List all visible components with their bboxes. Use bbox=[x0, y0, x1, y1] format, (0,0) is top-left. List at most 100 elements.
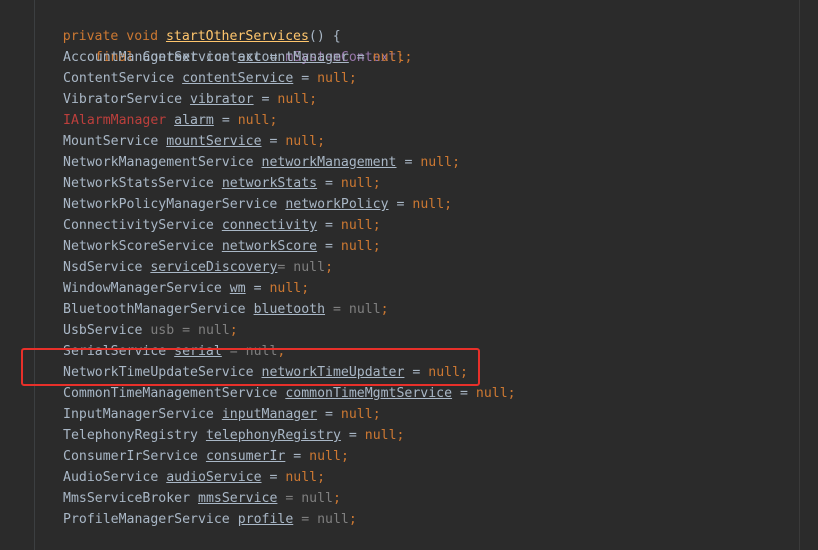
null-literal: null bbox=[309, 449, 341, 464]
declaration-line[interactable]: NsdService serviceDiscovery= null; bbox=[63, 257, 333, 278]
type-name[interactable]: TelephonyRegistry bbox=[63, 428, 198, 443]
variable-name[interactable]: bluetooth bbox=[254, 302, 325, 317]
assign-operator: = bbox=[325, 302, 349, 317]
type-name[interactable]: ContentService bbox=[63, 71, 174, 86]
variable-name[interactable]: telephonyRegistry bbox=[206, 428, 341, 443]
semicolon: ; bbox=[372, 218, 381, 233]
declaration-line[interactable]: CommonTimeManagementService commonTimeMg… bbox=[63, 383, 516, 404]
declaration-line[interactable]: NetworkStatsService networkStats = null; bbox=[63, 173, 381, 194]
semicolon: ; bbox=[372, 407, 381, 422]
type-name[interactable]: MountService bbox=[63, 134, 158, 149]
null-literal: null bbox=[285, 470, 318, 485]
null-literal: null bbox=[285, 134, 318, 149]
assign-operator: = bbox=[245, 281, 270, 296]
declaration-line[interactable]: ConsumerIrService consumerIr = null; bbox=[63, 446, 349, 467]
declaration-line[interactable]: MountService mountService = null; bbox=[63, 131, 325, 152]
variable-name[interactable]: vibrator bbox=[190, 92, 254, 107]
variable-name[interactable]: inputManager bbox=[222, 407, 317, 422]
method-signature-line[interactable]: private void startOtherServices() { bbox=[31, 5, 341, 44]
type-name[interactable]: MmsServiceBroker bbox=[63, 491, 190, 506]
type-name[interactable]: NetworkPolicyManagerService bbox=[63, 197, 277, 212]
null-literal: null bbox=[293, 260, 326, 275]
variable-name[interactable]: consumerIr bbox=[206, 449, 285, 464]
declaration-line[interactable]: InputManagerService inputManager = null; bbox=[63, 404, 381, 425]
type-name[interactable]: ConsumerIrService bbox=[63, 449, 198, 464]
variable-name[interactable]: wm bbox=[230, 281, 246, 296]
variable-name[interactable]: networkScore bbox=[222, 239, 317, 254]
declaration-line[interactable]: UsbService usb = null; bbox=[63, 320, 238, 341]
type-name[interactable]: VibratorService bbox=[63, 92, 182, 107]
variable-name[interactable]: accountManager bbox=[238, 50, 349, 65]
variable-name[interactable]: mountService bbox=[166, 134, 261, 149]
assign-operator: = bbox=[293, 71, 318, 86]
assign-operator: = bbox=[317, 218, 341, 233]
null-literal: null bbox=[348, 302, 381, 317]
variable-name[interactable]: alarm bbox=[174, 113, 214, 128]
type-name[interactable]: NsdService bbox=[63, 260, 142, 275]
declaration-line[interactable]: NetworkScoreService networkScore = null; bbox=[63, 236, 381, 257]
code-editor[interactable]: private void startOtherServices() { fina… bbox=[0, 0, 818, 550]
declaration-line[interactable]: VibratorService vibrator = null; bbox=[63, 89, 317, 110]
type-name[interactable]: NetworkScoreService bbox=[63, 239, 214, 254]
variable-name[interactable]: audioService bbox=[166, 470, 261, 485]
semicolon: ; bbox=[348, 71, 357, 86]
assign-operator: = bbox=[261, 470, 286, 485]
type-name[interactable]: ProfileManagerService bbox=[63, 512, 230, 527]
declaration-line[interactable]: NetworkPolicyManagerService networkPolic… bbox=[63, 194, 452, 215]
variable-name[interactable]: commonTimeMgmtService bbox=[285, 386, 452, 401]
variable-name[interactable]: serviceDiscovery bbox=[150, 260, 277, 275]
declaration-line[interactable]: ProfileManagerService profile = null; bbox=[63, 509, 357, 530]
type-name[interactable]: InputManagerService bbox=[63, 407, 214, 422]
declaration-line[interactable]: IAlarmManager alarm = null; bbox=[63, 110, 277, 131]
variable-name[interactable]: networkStats bbox=[222, 176, 317, 191]
type-name[interactable]: UsbService bbox=[63, 323, 142, 338]
variable-name[interactable]: networkPolicy bbox=[285, 197, 388, 212]
type-name[interactable]: AccountManagerService bbox=[63, 50, 230, 65]
semicolon: ; bbox=[372, 239, 381, 254]
declaration-line[interactable]: WindowManagerService wm = null; bbox=[63, 278, 309, 299]
type-name[interactable]: NetworkStatsService bbox=[63, 176, 214, 191]
null-literal: null bbox=[340, 407, 373, 422]
assign-operator: = bbox=[396, 155, 421, 170]
declaration-line[interactable]: MmsServiceBroker mmsService = null; bbox=[63, 488, 341, 509]
type-name[interactable]: CommonTimeManagementService bbox=[63, 386, 277, 401]
semicolon: ; bbox=[444, 197, 453, 212]
variable-name[interactable]: networkManagement bbox=[262, 155, 397, 170]
null-literal: null bbox=[301, 491, 333, 506]
declaration-line[interactable]: TelephonyRegistry telephonyRegistry = nu… bbox=[63, 425, 404, 446]
type-name[interactable]: WindowManagerService bbox=[63, 281, 222, 296]
semicolon: ; bbox=[325, 260, 334, 275]
variable-name[interactable]: mmsService bbox=[198, 491, 277, 506]
assign-operator: = bbox=[293, 512, 318, 527]
variable-name[interactable]: connectivity bbox=[222, 218, 317, 233]
type-name[interactable]: AudioService bbox=[63, 470, 158, 485]
semicolon: ; bbox=[396, 428, 405, 443]
type-name[interactable]: NetworkManagementService bbox=[63, 155, 254, 170]
declaration-line[interactable]: ContentService contentService = null; bbox=[63, 68, 357, 89]
declaration-line[interactable]: NetworkManagementService networkManageme… bbox=[63, 152, 460, 173]
assign-operator: = bbox=[213, 113, 238, 128]
type-name[interactable]: IAlarmManager bbox=[63, 113, 166, 128]
declaration-line[interactable]: BluetoothManagerService bluetooth = null… bbox=[63, 299, 389, 320]
type-name[interactable]: BluetoothManagerService bbox=[63, 302, 246, 317]
assign-operator: = bbox=[317, 239, 341, 254]
assign-operator: = bbox=[340, 428, 365, 443]
declaration-line[interactable]: ConnectivityService connectivity = null; bbox=[63, 215, 381, 236]
assign-operator: = bbox=[253, 92, 278, 107]
indent-guide bbox=[34, 0, 35, 550]
context-declaration-line[interactable]: final Context context = mSystemContext; bbox=[63, 26, 405, 65]
variable-name[interactable]: usb bbox=[150, 323, 174, 338]
declaration-line[interactable]: AccountManagerService accountManager = n… bbox=[63, 47, 412, 68]
declaration-line[interactable]: AudioService audioService = null; bbox=[63, 467, 325, 488]
variable-name[interactable]: contentService bbox=[182, 71, 293, 86]
variable-name[interactable]: profile bbox=[238, 512, 294, 527]
type-name[interactable]: ConnectivityService bbox=[63, 218, 214, 233]
